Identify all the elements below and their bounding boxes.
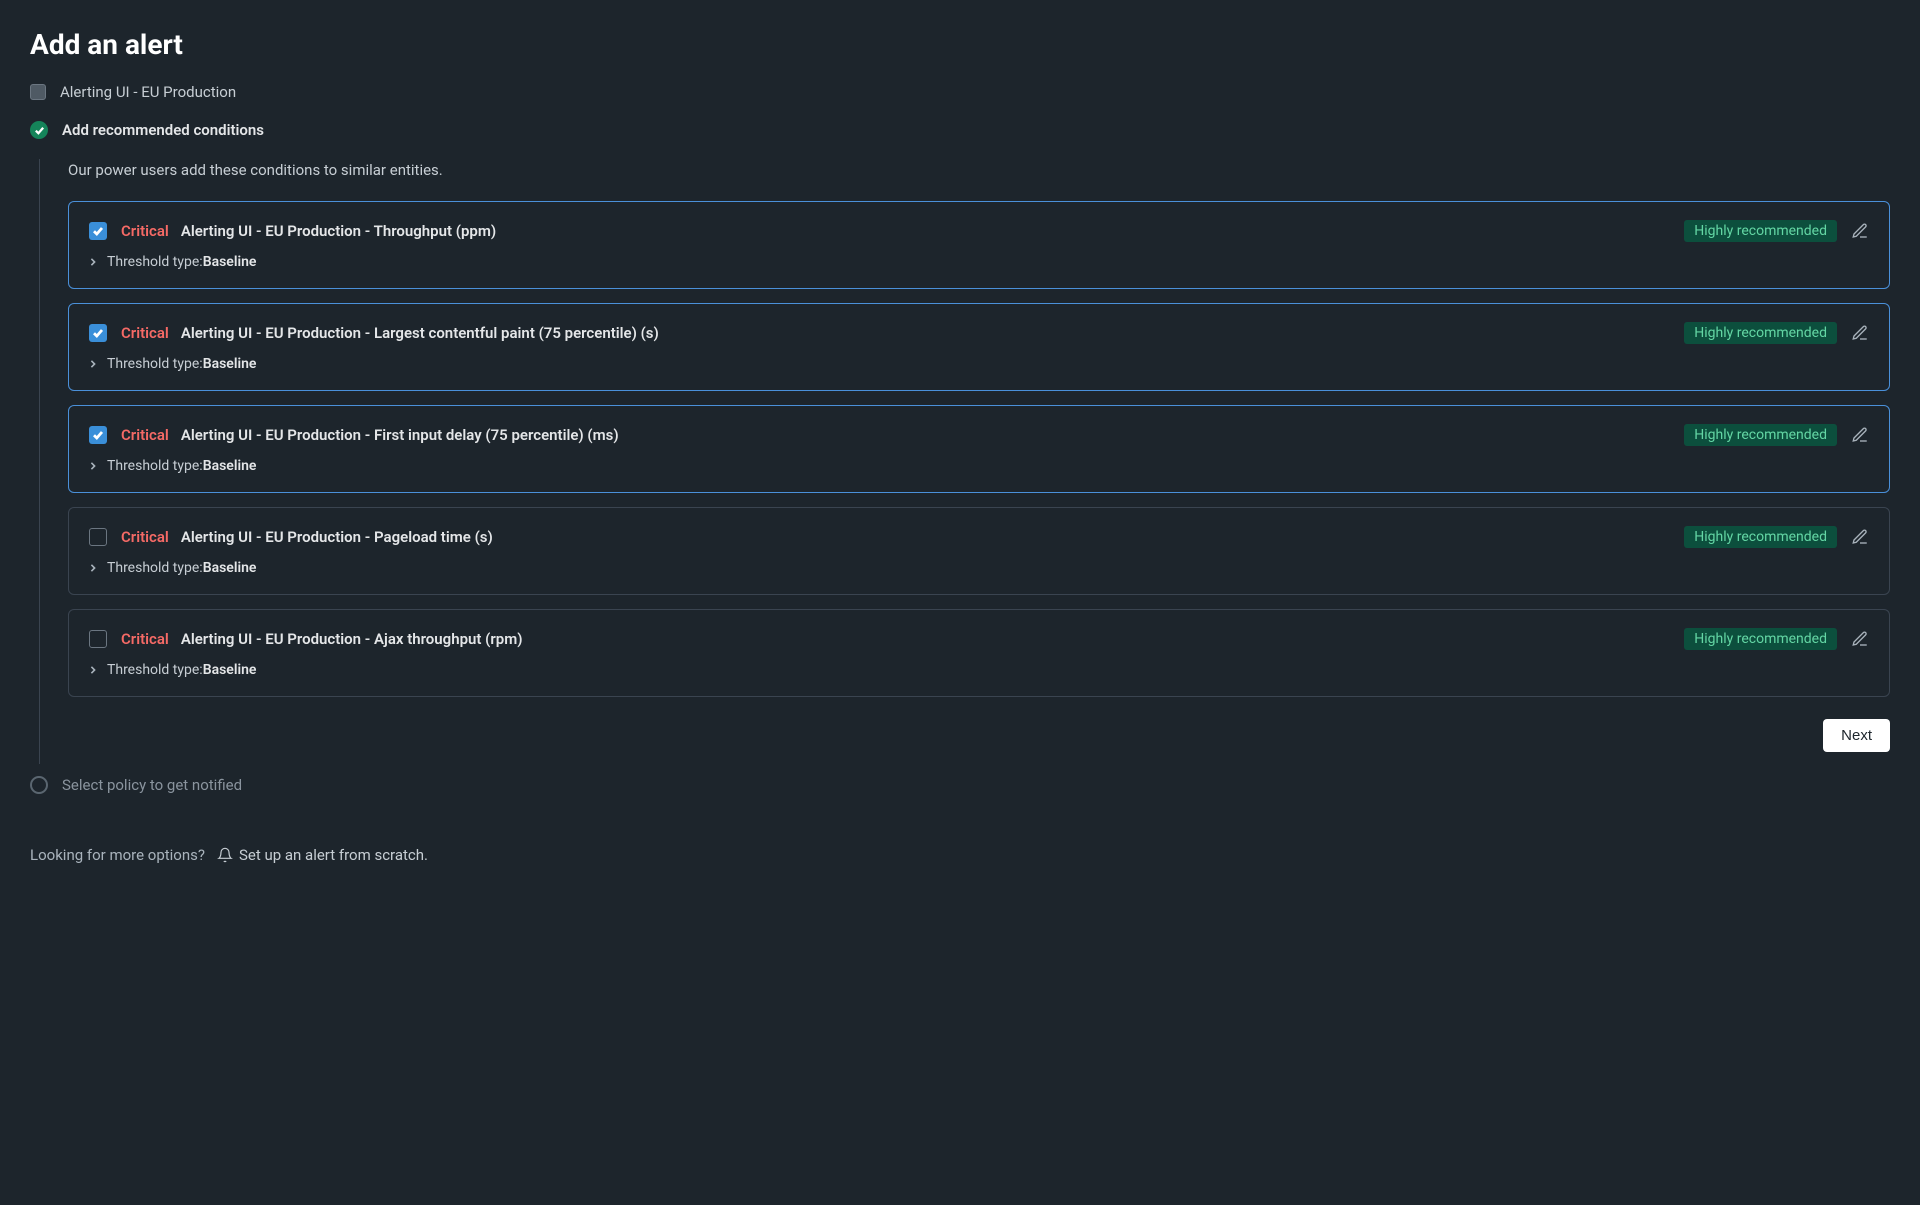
severity-label: Critical [121, 324, 169, 342]
step-2-description: Our power users add these conditions to … [68, 159, 1890, 179]
threshold-value: Baseline [203, 560, 257, 576]
footer-link[interactable]: Set up an alert from scratch. [217, 846, 428, 864]
condition-checkbox[interactable] [89, 324, 107, 342]
threshold-label: Threshold type: [107, 560, 203, 576]
condition-row: Critical Alerting UI - EU Production - Fi… [89, 424, 1869, 446]
edit-icon[interactable] [1851, 630, 1869, 648]
condition-checkbox[interactable] [89, 426, 107, 444]
severity-label: Critical [121, 222, 169, 240]
step-2-label: Add recommended conditions [62, 121, 264, 139]
severity-label: Critical [121, 630, 169, 648]
condition-row: Critical Alerting UI - EU Production - La… [89, 322, 1869, 344]
threshold-row[interactable]: Threshold type: Baseline [89, 356, 1869, 372]
edit-icon[interactable] [1851, 222, 1869, 240]
chevron-right-icon [89, 462, 97, 470]
threshold-value: Baseline [203, 254, 257, 270]
recommendation-badge: Highly recommended [1684, 628, 1837, 650]
threshold-label: Threshold type: [107, 254, 203, 270]
condition-card: Critical Alerting UI - EU Production - La… [68, 303, 1890, 391]
page-title: Add an alert [30, 28, 1890, 61]
bell-icon [217, 847, 233, 863]
circle-outline-icon [30, 776, 48, 794]
threshold-row[interactable]: Threshold type: Baseline [89, 254, 1869, 270]
threshold-label: Threshold type: [107, 458, 203, 474]
chevron-right-icon [89, 666, 97, 674]
condition-card: Critical Alerting UI - EU Production - Th… [68, 201, 1890, 289]
condition-name: Alerting UI - EU Production - Largest co… [181, 324, 659, 342]
recommendation-badge: Highly recommended [1684, 526, 1837, 548]
step-1-label: Alerting UI - EU Production [60, 83, 236, 101]
condition-card: Critical Alerting UI - EU Production - Fi… [68, 405, 1890, 493]
condition-row: Critical Alerting UI - EU Production - Aj… [89, 628, 1869, 650]
checkbox-icon [30, 84, 46, 100]
step-2: Add recommended conditions [30, 121, 1890, 139]
condition-name: Alerting UI - EU Production - Ajax throu… [181, 630, 523, 648]
condition-card: Critical Alerting UI - EU Production - Aj… [68, 609, 1890, 697]
threshold-label: Threshold type: [107, 356, 203, 372]
threshold-row[interactable]: Threshold type: Baseline [89, 662, 1869, 678]
threshold-row[interactable]: Threshold type: Baseline [89, 458, 1869, 474]
edit-icon[interactable] [1851, 426, 1869, 444]
step-1[interactable]: Alerting UI - EU Production [30, 83, 1890, 101]
threshold-value: Baseline [203, 356, 257, 372]
condition-checkbox[interactable] [89, 528, 107, 546]
footer-link-text: Set up an alert from scratch. [239, 846, 428, 864]
edit-icon[interactable] [1851, 528, 1869, 546]
severity-label: Critical [121, 528, 169, 546]
step-3: Select policy to get notified [30, 776, 1890, 794]
recommendation-badge: Highly recommended [1684, 424, 1837, 446]
threshold-label: Threshold type: [107, 662, 203, 678]
condition-card: Critical Alerting UI - EU Production - Pa… [68, 507, 1890, 595]
threshold-value: Baseline [203, 458, 257, 474]
condition-name: Alerting UI - EU Production - Throughput… [181, 222, 496, 240]
chevron-right-icon [89, 258, 97, 266]
condition-name: Alerting UI - EU Production - First inpu… [181, 426, 619, 444]
chevron-right-icon [89, 360, 97, 368]
condition-name: Alerting UI - EU Production - Pageload t… [181, 528, 493, 546]
condition-checkbox[interactable] [89, 222, 107, 240]
recommendation-badge: Highly recommended [1684, 220, 1837, 242]
condition-row: Critical Alerting UI - EU Production - Pa… [89, 526, 1869, 548]
footer-text: Looking for more options? [30, 846, 205, 864]
threshold-row[interactable]: Threshold type: Baseline [89, 560, 1869, 576]
condition-checkbox[interactable] [89, 630, 107, 648]
next-button[interactable]: Next [1823, 719, 1890, 752]
edit-icon[interactable] [1851, 324, 1869, 342]
chevron-right-icon [89, 564, 97, 572]
recommendation-badge: Highly recommended [1684, 322, 1837, 344]
severity-label: Critical [121, 426, 169, 444]
check-circle-icon [30, 121, 48, 139]
step-3-label: Select policy to get notified [62, 776, 242, 794]
threshold-value: Baseline [203, 662, 257, 678]
condition-row: Critical Alerting UI - EU Production - Th… [89, 220, 1869, 242]
